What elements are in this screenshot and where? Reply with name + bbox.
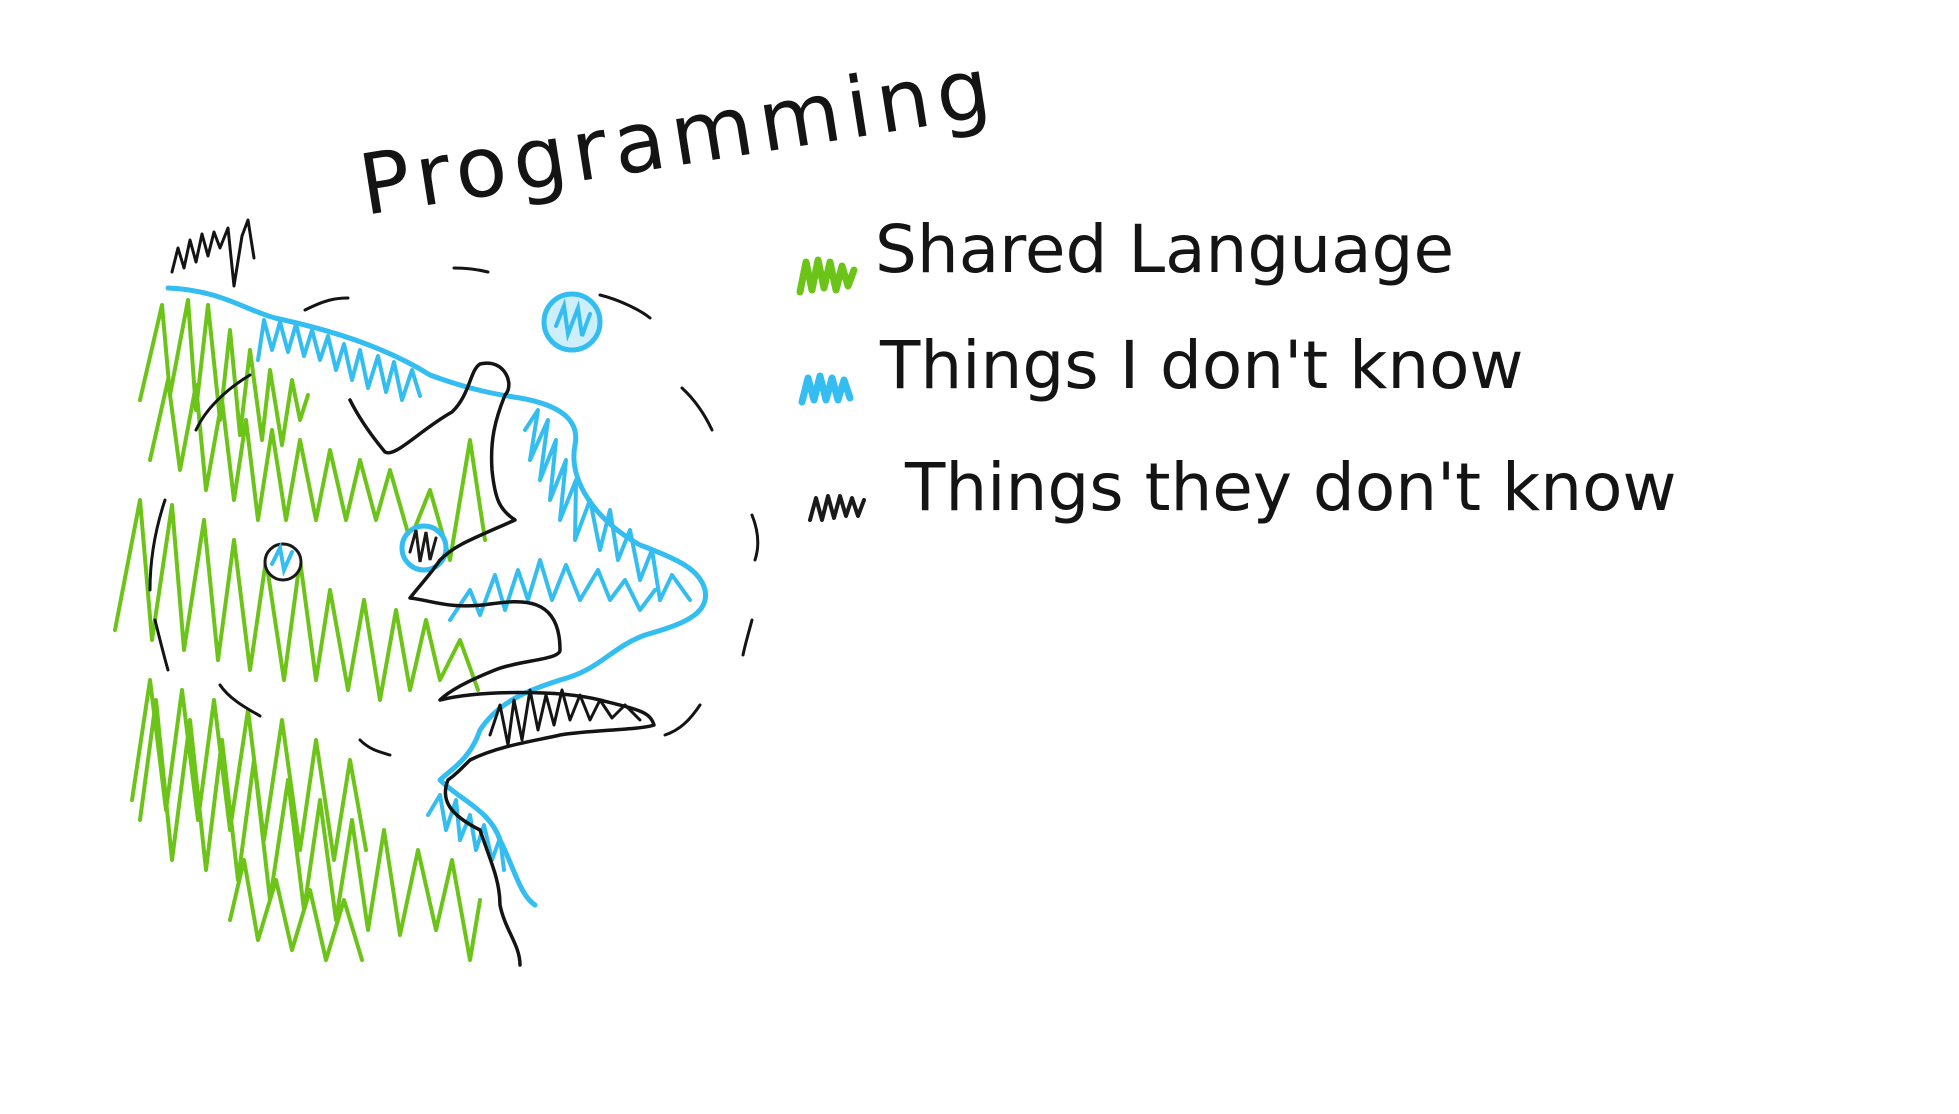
blue-zigzag-right bbox=[448, 408, 692, 622]
black-jagged-outline bbox=[348, 361, 656, 967]
legend-swatch-blue bbox=[798, 372, 854, 406]
legend-item-things-i-dont-know: Things I don't know bbox=[798, 327, 1524, 406]
legend-label-shared-language: Shared Language bbox=[875, 211, 1454, 288]
legend-swatch-green bbox=[796, 256, 858, 296]
blue-zigzag-top bbox=[256, 318, 422, 402]
black-arc-top bbox=[303, 266, 714, 432]
black-scribble-top-left bbox=[170, 218, 256, 288]
legend: Shared Language Things I don't know Thin… bbox=[796, 211, 1676, 526]
shared-language-region bbox=[113, 298, 487, 962]
whiteboard-canvas: Programming Shared Language Things I don… bbox=[0, 0, 1959, 1114]
diagram-title: Programming bbox=[353, 37, 1004, 234]
knowledge-sketch bbox=[113, 218, 760, 967]
legend-label-things-they-dont-know: Things they don't know bbox=[904, 449, 1676, 526]
blue-zigzag-bottom bbox=[426, 793, 506, 872]
legend-item-shared-language: Shared Language bbox=[796, 211, 1454, 296]
legend-swatch-black bbox=[808, 494, 866, 522]
legend-item-things-they-dont-know: Things they don't know bbox=[808, 449, 1676, 526]
legend-label-things-i-dont-know: Things I don't know bbox=[879, 327, 1524, 404]
